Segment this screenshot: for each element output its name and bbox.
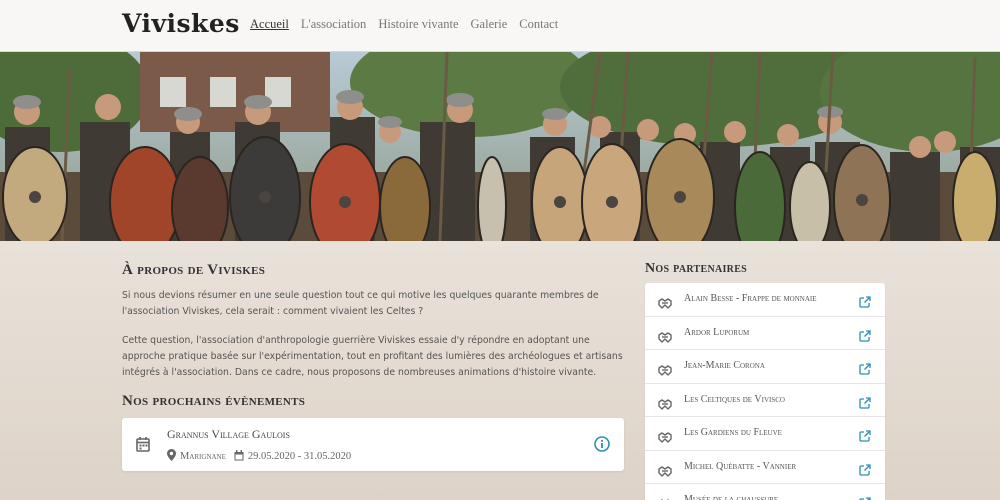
hero-banner-image <box>0 52 1000 241</box>
site-logo[interactable]: Viviskes <box>122 9 240 38</box>
partner-name[interactable]: Musée de la chaussure <box>684 494 778 500</box>
event-card[interactable]: Grannus Village Gaulois Marignane 29.05.… <box>122 418 624 471</box>
partner-item[interactable]: Ardor Luporum <box>645 317 885 350</box>
calendar-icon <box>136 436 150 456</box>
external-link-icon[interactable] <box>859 394 871 413</box>
partners-title: Nos partenaires <box>645 261 748 276</box>
external-link-icon[interactable] <box>859 427 871 446</box>
handshake-icon <box>658 428 672 447</box>
hero-warriors-illustration <box>0 52 1000 241</box>
nav-item-galerie[interactable]: Galerie <box>471 17 508 32</box>
handshake-icon <box>658 328 672 347</box>
partner-name[interactable]: Jean-Marie Corona <box>684 360 765 371</box>
about-paragraph-2: Cette question, l'association d'anthropo… <box>122 335 623 378</box>
partner-name[interactable]: Les Celtiques de Vivisco <box>684 394 785 405</box>
handshake-icon <box>658 294 672 313</box>
about-section: À propos de Viviskes Si nous devions rés… <box>122 262 624 410</box>
info-icon[interactable] <box>594 436 610 456</box>
handshake-icon <box>658 395 672 414</box>
external-link-icon[interactable] <box>859 494 871 500</box>
partner-name[interactable]: Ardor Luporum <box>684 327 749 338</box>
event-name[interactable]: Grannus Village Gaulois <box>167 427 290 442</box>
external-link-icon[interactable] <box>859 360 871 379</box>
map-marker-icon <box>167 449 176 464</box>
calendar-small-icon <box>234 449 244 464</box>
event-meta: Marignane 29.05.2020 - 31.05.2020 <box>167 449 351 464</box>
partner-item[interactable]: Les Celtiques de Vivisco <box>645 384 885 417</box>
events-title: Nos prochains évènements <box>122 393 306 409</box>
partner-item[interactable]: Michel Québatte - Vannier <box>645 451 885 484</box>
handshake-icon <box>658 462 672 481</box>
partner-item[interactable]: Les Gardiens du Fleuve <box>645 417 885 451</box>
about-title: À propos de Viviskes <box>122 262 266 278</box>
nav-menu: Accueil L'association Histoire vivante G… <box>250 17 558 32</box>
external-link-icon[interactable] <box>859 293 871 312</box>
nav-item-accueil[interactable]: Accueil <box>250 17 289 32</box>
event-location: Marignane <box>180 451 226 462</box>
partner-item[interactable]: Alain Besse - Frappe de monnaie <box>645 283 885 317</box>
handshake-icon <box>658 361 672 380</box>
nav-item-contact[interactable]: Contact <box>519 17 558 32</box>
partner-item[interactable]: Jean-Marie Corona <box>645 350 885 384</box>
handshake-icon <box>658 495 672 500</box>
partners-list: Alain Besse - Frappe de monnaie Ardor Lup… <box>645 283 885 500</box>
about-paragraph-1: Si nous devions résumer en une seule que… <box>122 290 599 317</box>
nav-item-histoire-vivante[interactable]: Histoire vivante <box>378 17 458 32</box>
partner-item[interactable]: Musée de la chaussure <box>645 484 885 500</box>
partner-name[interactable]: Alain Besse - Frappe de monnaie <box>684 293 817 304</box>
partner-name[interactable]: Les Gardiens du Fleuve <box>684 427 782 438</box>
event-dates: 29.05.2020 - 31.05.2020 <box>247 451 352 462</box>
nav-item-association[interactable]: L'association <box>301 17 366 32</box>
external-link-icon[interactable] <box>859 327 871 346</box>
navbar: Viviskes Accueil L'association Histoire … <box>0 0 1000 52</box>
partner-name[interactable]: Michel Québatte - Vannier <box>684 461 796 472</box>
external-link-icon[interactable] <box>859 461 871 480</box>
